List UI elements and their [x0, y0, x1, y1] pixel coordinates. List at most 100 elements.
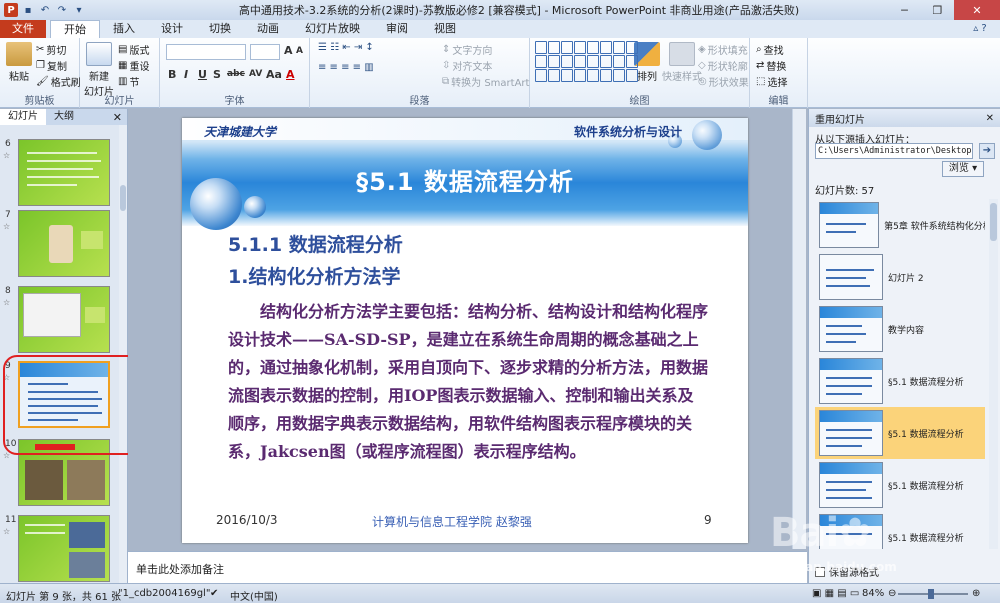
tab-animations[interactable]: 动画	[244, 20, 292, 38]
zoom-out-icon[interactable]: ⊖	[888, 588, 896, 599]
grow-font-button[interactable]: A	[284, 44, 293, 57]
format-painter-button[interactable]: 🖌 格式刷	[36, 74, 81, 89]
language-status[interactable]: 中文(中国)	[230, 588, 278, 603]
notes-pane[interactable]: 单击此处添加备注	[128, 551, 807, 583]
group-slides: 新建 幻灯片 ▤ 版式 ▦ 重设 ▥ 节 幻灯片	[80, 38, 160, 108]
shape-effects-button[interactable]: ◎ 形状效果	[698, 74, 749, 89]
window-title: 高中通用技术-3.2系统的分析(2课时)-苏教版必修2 [兼容模式] - Mic…	[238, 4, 800, 17]
slide-heading-1[interactable]: 5.1.1 数据流程分析	[228, 230, 403, 257]
text-direction-button[interactable]: ⇕ 文字方向	[442, 42, 492, 57]
find-icon: ⌕	[756, 44, 762, 55]
zoom-in-icon[interactable]: ⊕	[972, 588, 980, 599]
change-case-button[interactable]: Aa	[266, 68, 282, 81]
save-icon[interactable]: ▪	[21, 3, 35, 17]
slide-thumbnail[interactable]: 11 ☆	[0, 515, 120, 585]
go-arrow-icon[interactable]: ➔	[979, 143, 995, 159]
view-buttons[interactable]: ▣ ▦ ▤ ▭	[812, 588, 859, 599]
bullets-button[interactable]: ☰ ☷ ⇤ ⇥ ↕	[318, 42, 374, 53]
watermark-logo: Bai✿	[770, 510, 872, 556]
font-color-button[interactable]: A	[286, 68, 295, 81]
select-button[interactable]: ⬚ 选择	[756, 74, 787, 89]
source-path-input[interactable]: C:\Users\Administrator\Desktop\软	[815, 143, 973, 159]
italic-button[interactable]: I	[184, 68, 188, 81]
select-icon: ⬚	[756, 76, 766, 87]
theme-name-status[interactable]: "1_cdb2004169gl"	[118, 588, 210, 599]
slide-body-text[interactable]: 结构化分析方法学主要包括：结构分析、结构设计和结构化程序设计技术——SA-SD-…	[228, 298, 708, 466]
tab-insert[interactable]: 插入	[100, 20, 148, 38]
tab-review[interactable]: 审阅	[373, 20, 421, 38]
ribbon-tabs: 文件 开始 插入 设计 切换 动画 幻灯片放映 审阅 视图 ▵ ?	[0, 20, 1000, 38]
outline-icon: ◇	[698, 60, 706, 71]
close-button[interactable]: ✕	[953, 0, 1000, 20]
group-paragraph: ☰ ☷ ⇤ ⇥ ↕ ≡ ≡ ≡ ≡ ▥ ⇕ 文字方向 ⇳ 对齐文本 ⧉ 转换为 Sma…	[310, 38, 530, 108]
editor-scrollbar[interactable]	[792, 109, 806, 549]
shrink-font-button[interactable]: A	[296, 46, 303, 56]
minimize-button[interactable]: ─	[888, 0, 921, 20]
course-name: 软件系统分析与设计	[573, 125, 682, 139]
new-slide-icon	[86, 42, 112, 66]
tab-file[interactable]: 文件	[0, 20, 46, 38]
restore-button[interactable]: ❐	[921, 0, 954, 20]
char-spacing-button[interactable]: AV	[249, 69, 262, 79]
current-slide[interactable]: 天津城建大学 软件系统分析与设计 §5.1 数据流程分析 5.1.1 数据流程分…	[182, 118, 748, 543]
tab-outline-pane[interactable]: 大纲	[46, 109, 82, 125]
reuse-list-scrollbar[interactable]	[989, 199, 998, 549]
paste-button[interactable]: 粘贴	[6, 42, 32, 83]
slide-heading-2[interactable]: 1.结构化分析方法学	[228, 262, 400, 289]
shape-fill-button[interactable]: ◈ 形状填充	[698, 42, 748, 57]
underline-button[interactable]: U	[198, 68, 207, 81]
list-item[interactable]: 教学内容	[815, 303, 985, 355]
redo-icon[interactable]: ↷	[55, 3, 69, 17]
shadow-button[interactable]: S	[213, 68, 221, 81]
ribbon: 粘贴 ✂ 剪切 ❐ 复制 🖌 格式刷 剪贴板 新建 幻灯片 ▤ 版式 ▦ 重设 ▥ 节 幻灯…	[0, 38, 1000, 108]
copy-button[interactable]: ❐ 复制	[36, 58, 67, 73]
list-item[interactable]: §5.1 数据流程分析	[815, 355, 985, 407]
customize-qat-icon[interactable]: ▾	[72, 3, 86, 17]
replace-button[interactable]: ⇄ 替换	[756, 58, 786, 73]
tab-slideshow[interactable]: 幻灯片放映	[292, 20, 373, 38]
shape-outline-button[interactable]: ◇ 形状轮廓	[698, 58, 748, 73]
zoom-slider[interactable]	[898, 589, 968, 599]
slide-thumbnail[interactable]: 6 ☆	[0, 139, 120, 209]
section-button[interactable]: ▥ 节	[118, 74, 139, 89]
tab-transitions[interactable]: 切换	[196, 20, 244, 38]
font-name-combo[interactable]	[166, 44, 246, 60]
tab-view[interactable]: 视图	[421, 20, 469, 38]
list-item[interactable]: §5.1 数据流程分析	[815, 459, 985, 511]
tab-slides-pane[interactable]: 幻灯片	[0, 109, 46, 125]
spellcheck-icon[interactable]: ✔	[210, 588, 218, 599]
powerpoint-app-icon[interactable]: P	[4, 3, 18, 17]
font-size-combo[interactable]	[250, 44, 280, 60]
slide-thumbnail[interactable]: 8 ☆	[0, 286, 120, 356]
strikethrough-button[interactable]: abc	[227, 69, 245, 79]
bold-button[interactable]: B	[168, 68, 176, 81]
slides-pane-scrollbar[interactable]	[119, 125, 127, 583]
undo-icon[interactable]: ↶	[38, 3, 52, 17]
paste-icon	[6, 42, 32, 66]
smartart-button[interactable]: ⧉ 转换为 SmartArt	[442, 74, 529, 89]
layout-button[interactable]: ▤ 版式	[118, 42, 149, 57]
close-reuse-pane-icon[interactable]: ✕	[986, 113, 994, 124]
align-text-button[interactable]: ⇳ 对齐文本	[442, 58, 492, 73]
tab-home[interactable]: 开始	[50, 20, 100, 38]
help-icon[interactable]: ▵ ?	[960, 20, 1000, 38]
list-item[interactable]: 幻灯片 2	[815, 251, 985, 303]
university-name: 天津城建大学	[204, 125, 277, 139]
close-pane-icon[interactable]: ✕	[113, 111, 127, 124]
tab-design[interactable]: 设计	[148, 20, 196, 38]
list-item-selected[interactable]: §5.1 数据流程分析	[815, 407, 985, 459]
cut-button[interactable]: ✂ 剪切	[36, 42, 66, 57]
quick-styles-button[interactable]: 快速样式	[662, 42, 702, 83]
reset-button[interactable]: ▦ 重设	[118, 58, 149, 73]
quick-styles-icon	[669, 42, 695, 66]
browse-button[interactable]: 浏览 ▾	[942, 161, 984, 177]
align-buttons[interactable]: ≡ ≡ ≡ ≡ ▥	[318, 62, 374, 73]
zoom-level[interactable]: 84%	[862, 588, 884, 599]
fill-icon: ◈	[698, 44, 706, 55]
shapes-gallery[interactable]	[535, 41, 638, 83]
new-slide-button[interactable]: 新建 幻灯片	[84, 42, 114, 98]
slide-title[interactable]: §5.1 数据流程分析	[182, 162, 748, 197]
slide-thumbnail[interactable]: 7 ☆	[0, 210, 120, 280]
find-button[interactable]: ⌕ 查找	[756, 42, 784, 57]
list-item[interactable]: 第5章 软件系统结构化分析	[815, 199, 985, 251]
